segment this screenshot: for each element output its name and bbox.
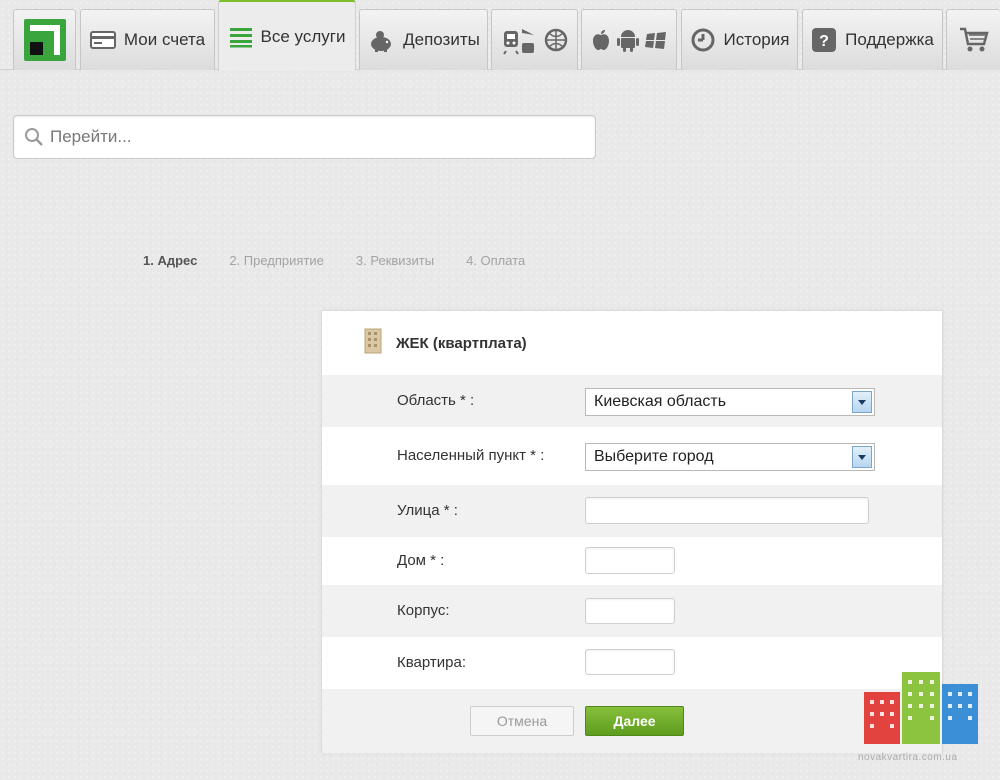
cart-icon xyxy=(959,26,989,54)
sport-ball-icon xyxy=(544,28,568,52)
tab-label: Поддержка xyxy=(845,30,934,49)
history-icon xyxy=(690,27,716,53)
tab-transport-services[interactable] xyxy=(491,9,578,70)
city-select[interactable]: Выберите город xyxy=(585,443,875,471)
next-button[interactable]: Далее xyxy=(585,706,684,736)
tab-my-accounts[interactable]: Мои счета xyxy=(80,9,215,70)
wizard-steps: 1. Адрес 2. Предприятие 3. Реквизиты 4. … xyxy=(143,253,525,268)
tab-all-services[interactable]: Все услуги xyxy=(218,0,356,71)
step-payment: 4. Оплата xyxy=(466,253,526,268)
street-row: Улица * : xyxy=(322,485,942,537)
list-icon xyxy=(229,26,253,48)
help-icon: ? xyxy=(811,27,837,53)
search-box xyxy=(13,115,596,159)
watermark-logo xyxy=(864,672,980,744)
watermark-building-blue xyxy=(942,684,978,744)
form-title: ЖЕК (квартплата) xyxy=(396,334,527,352)
piggy-bank-icon xyxy=(367,28,395,52)
apartment-input[interactable] xyxy=(585,649,675,675)
watermark-building-red xyxy=(864,692,900,744)
tab-history[interactable]: История xyxy=(681,9,798,70)
city-row: Населенный пункт * : Выберите город xyxy=(322,430,942,482)
step-details: 3. Реквизиты xyxy=(355,253,435,268)
chevron-down-icon[interactable] xyxy=(852,446,872,468)
city-value: Выберите город xyxy=(594,448,714,465)
step-address: 1. Адрес xyxy=(143,253,198,268)
tab-label: Мои счета xyxy=(123,30,206,49)
watermark-building-green xyxy=(902,672,940,744)
region-select[interactable]: Киевская область xyxy=(585,388,875,416)
block-row: Корпус: xyxy=(322,585,942,637)
region-row: Область * : Киевская область xyxy=(322,375,942,427)
house-input[interactable] xyxy=(585,547,675,574)
bank-logo-icon xyxy=(23,19,66,61)
block-input[interactable] xyxy=(585,598,675,624)
cancel-button[interactable]: Отмена xyxy=(470,706,574,736)
building-icon xyxy=(364,328,382,358)
tab-mobile-apps[interactable] xyxy=(581,9,677,70)
house-row: Дом * : xyxy=(322,535,942,587)
card-icon xyxy=(89,30,116,50)
address-form-panel: ЖЕК (квартплата) Область * : Киевская об… xyxy=(321,310,943,753)
chevron-down-icon[interactable] xyxy=(852,391,872,413)
search-icon xyxy=(24,127,44,152)
house-label: Дом * : xyxy=(397,552,445,569)
windows-icon xyxy=(645,30,667,50)
region-label: Область * : xyxy=(397,392,475,409)
tab-deposits[interactable]: Депозиты xyxy=(359,9,488,70)
street-input[interactable] xyxy=(585,497,869,524)
tab-label: Депозиты xyxy=(403,30,480,49)
apartment-row: Квартира: xyxy=(322,637,942,689)
step-company: 2. Предприятие xyxy=(229,253,324,268)
block-label: Корпус: xyxy=(397,602,450,619)
city-label: Населенный пункт * : xyxy=(397,447,545,464)
apple-icon xyxy=(591,29,611,51)
search-input[interactable] xyxy=(50,116,590,158)
watermark-text: novakvartira.com.ua xyxy=(858,752,958,763)
tab-cart[interactable] xyxy=(946,9,1000,70)
tab-label: Все услуги xyxy=(260,26,346,46)
tab-label: История xyxy=(723,30,790,49)
tab-support[interactable]: ? Поддержка xyxy=(802,9,943,70)
street-label: Улица * : xyxy=(397,502,458,519)
form-header: ЖЕК (квартплата) xyxy=(322,311,942,375)
svg-text:?: ? xyxy=(819,33,829,50)
top-navigation: Мои счета Все услуги Депозиты История ? … xyxy=(0,0,1000,71)
train-plane-icon xyxy=(502,25,536,55)
apartment-label: Квартира: xyxy=(397,654,466,671)
android-icon xyxy=(617,28,639,52)
logo-tab[interactable] xyxy=(13,9,76,70)
region-value: Киевская область xyxy=(594,393,727,410)
